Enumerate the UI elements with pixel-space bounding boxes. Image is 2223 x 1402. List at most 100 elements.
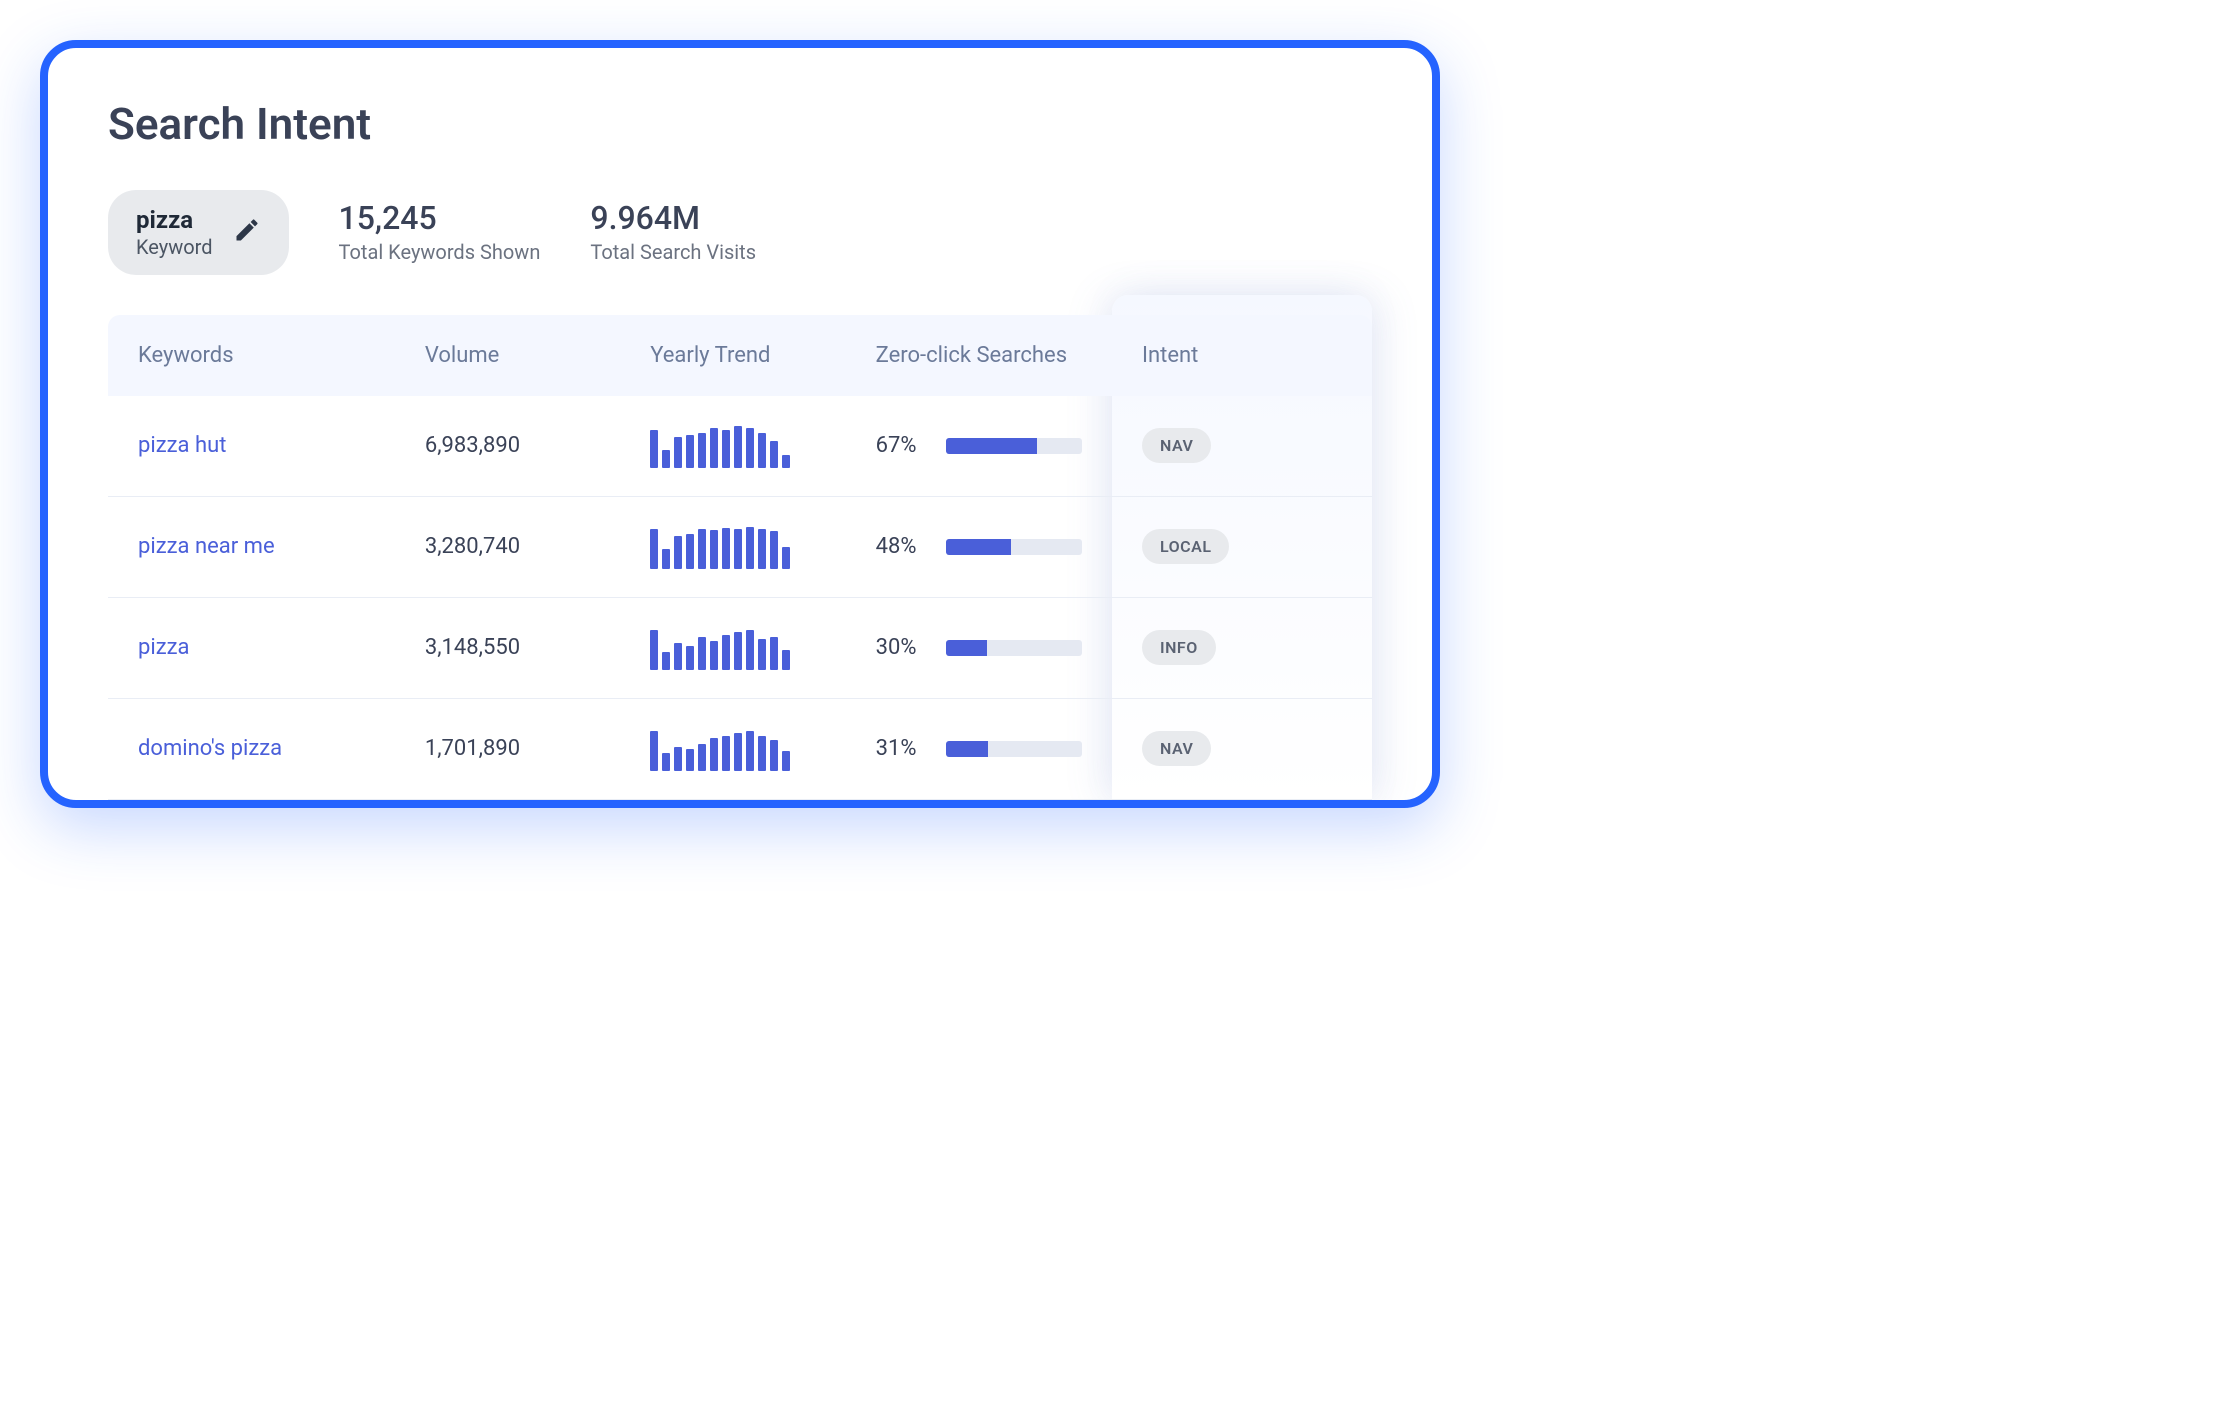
trend-bar [782, 547, 790, 569]
trend-bar [758, 529, 766, 569]
stat-value: 9.964M [590, 199, 756, 237]
zero-click-percent: 30% [876, 635, 930, 660]
trend-bar [686, 435, 694, 468]
trend-bar [662, 450, 670, 468]
zero-click-cell: 67% [846, 433, 1112, 458]
keyword-label: Keyword [136, 235, 213, 259]
trend-bar [674, 643, 682, 669]
trend-bar [674, 437, 682, 468]
trend-bar [698, 637, 706, 670]
zero-click-cell: 30% [846, 635, 1112, 660]
progress-bar [946, 640, 1082, 656]
th-intent[interactable]: Intent [1112, 343, 1372, 368]
progress-fill [946, 539, 1011, 555]
trend-bar [686, 534, 694, 569]
trend-bar [746, 731, 754, 771]
trend-bar [734, 733, 742, 770]
trend-cell [620, 424, 845, 468]
intent-badge: NAV [1142, 428, 1211, 463]
trend-bar [698, 529, 706, 569]
trend-bar [746, 527, 754, 569]
intent-cell: NAV [1112, 428, 1372, 463]
keyword-chip[interactable]: pizza Keyword [108, 190, 289, 275]
trend-bar [782, 455, 790, 468]
trend-bar [758, 639, 766, 670]
trend-bar [746, 630, 754, 670]
trend-bar [710, 428, 718, 468]
keyword-value: pizza [136, 206, 213, 235]
trend-bar [770, 531, 778, 568]
stat-value: 15,245 [339, 199, 541, 237]
progress-bar [946, 438, 1082, 454]
trend-bar [674, 536, 682, 569]
volume-value: 3,280,740 [395, 534, 620, 559]
th-keywords[interactable]: Keywords [108, 343, 395, 368]
trend-bar [734, 426, 742, 468]
stat-label: Total Search Visits [590, 238, 756, 266]
intent-cell: LOCAL [1112, 529, 1372, 564]
page-title: Search Intent [108, 98, 1372, 150]
trend-bar [650, 731, 658, 771]
trend-bar [710, 530, 718, 569]
intent-badge: LOCAL [1142, 529, 1229, 564]
progress-bar [946, 741, 1082, 757]
keyword-link[interactable]: pizza hut [108, 433, 395, 458]
trend-bar [734, 632, 742, 669]
trend-sparkline [650, 727, 815, 771]
table-row: pizza hut6,983,890 67% NAV [108, 396, 1372, 497]
zero-click-cell: 48% [846, 534, 1112, 559]
trend-bar [770, 441, 778, 467]
table-body: pizza hut6,983,890 67% NAV pizza near me3,2… [108, 396, 1372, 800]
zero-click-percent: 67% [876, 433, 930, 458]
trend-cell [620, 525, 845, 569]
trend-bar [722, 635, 730, 670]
th-zeroclick[interactable]: Zero-click Searches [846, 343, 1112, 368]
intent-cell: INFO [1112, 630, 1372, 665]
stats-row: pizza Keyword 15,245 Total Keywords Show… [108, 190, 1372, 275]
trend-bar [698, 433, 706, 468]
volume-value: 6,983,890 [395, 433, 620, 458]
progress-fill [946, 640, 987, 656]
volume-value: 1,701,890 [395, 736, 620, 761]
table-wrapper: Keywords Volume Yearly Trend Zero-click … [108, 315, 1372, 800]
trend-cell [620, 727, 845, 771]
trend-bar [722, 736, 730, 771]
trend-bar [650, 630, 658, 670]
trend-bar [698, 744, 706, 770]
trend-bar [662, 753, 670, 771]
trend-bar [674, 747, 682, 771]
trend-bar [734, 529, 742, 569]
volume-value: 3,148,550 [395, 635, 620, 660]
progress-fill [946, 438, 1037, 454]
trend-bar [710, 738, 718, 771]
trend-bar [782, 650, 790, 670]
table-row: domino's pizza1,701,89031%NAV [108, 699, 1372, 800]
trend-bar [722, 430, 730, 467]
keyword-link[interactable]: pizza [108, 635, 395, 660]
zero-click-percent: 48% [876, 534, 930, 559]
trend-bar [770, 637, 778, 670]
table-header: Keywords Volume Yearly Trend Zero-click … [108, 315, 1372, 396]
trend-bar [782, 751, 790, 771]
keyword-chip-text: pizza Keyword [136, 206, 213, 259]
trend-bar [650, 529, 658, 569]
trend-bar [686, 749, 694, 771]
trend-sparkline [650, 626, 815, 670]
th-volume[interactable]: Volume [395, 343, 620, 368]
trend-bar [746, 428, 754, 468]
stat-label: Total Keywords Shown [339, 238, 541, 266]
edit-icon[interactable] [233, 216, 261, 248]
keyword-link[interactable]: domino's pizza [108, 736, 395, 761]
trend-sparkline [650, 424, 815, 468]
zero-click-cell: 31% [846, 736, 1112, 761]
keyword-link[interactable]: pizza near me [108, 534, 395, 559]
stat-total-keywords: 15,245 Total Keywords Shown [339, 190, 541, 275]
trend-bar [662, 549, 670, 569]
progress-fill [946, 741, 988, 757]
th-trend[interactable]: Yearly Trend [620, 343, 845, 368]
progress-bar [946, 539, 1082, 555]
trend-bar [758, 433, 766, 468]
trend-cell [620, 626, 845, 670]
zero-click-percent: 31% [876, 736, 930, 761]
trend-bar [722, 528, 730, 568]
